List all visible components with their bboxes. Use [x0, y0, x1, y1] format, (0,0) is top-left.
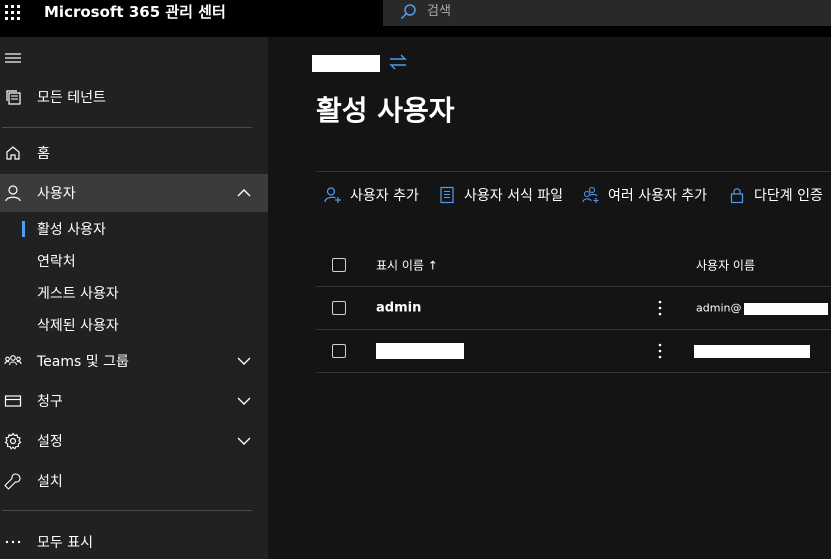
users-table-header: 표시 이름 ↑ 사용자 이름: [316, 243, 831, 287]
command-bar-divider: [316, 171, 831, 172]
row-checkbox[interactable]: [332, 344, 346, 358]
tenants-icon: [6, 90, 21, 105]
nav-show-all[interactable]: 모두 표시: [0, 523, 268, 559]
home-icon: [6, 146, 20, 160]
nav-teams-groups[interactable]: Teams 및 그룹: [0, 342, 268, 380]
chevron-down-icon[interactable]: [236, 353, 252, 369]
row-checkbox[interactable]: [332, 301, 346, 315]
nav-home[interactable]: 홈: [0, 134, 268, 172]
add-person-icon: [324, 187, 341, 203]
more-options-icon[interactable]: [654, 299, 666, 317]
nav-all-tenants-label: 모든 테넌트: [37, 90, 106, 106]
table-row[interactable]: admin admin@: [316, 287, 831, 330]
wrench-icon: [4, 473, 21, 490]
chevron-up-icon[interactable]: [236, 185, 252, 201]
add-multiple-users-label: 여러 사용자 추가: [608, 188, 708, 204]
multifactor-auth-label: 다단계 인증: [754, 188, 823, 204]
chevron-down-icon[interactable]: [236, 393, 252, 409]
nav-active-users-label: 활성 사용자: [37, 222, 106, 238]
chevron-down-icon[interactable]: [236, 433, 252, 449]
nav-home-label: 홈: [37, 146, 50, 162]
add-multiple-users-button[interactable]: 여러 사용자 추가: [582, 183, 707, 207]
nav-deleted-users[interactable]: 삭제된 사용자: [0, 309, 268, 341]
column-display-name[interactable]: 표시 이름 ↑: [376, 256, 438, 273]
add-user-label: 사용자 추가: [350, 188, 419, 204]
table-row[interactable]: [316, 330, 831, 373]
select-all-checkbox[interactable]: [332, 257, 346, 272]
hamburger-icon[interactable]: [4, 51, 22, 65]
display-name-link[interactable]: admin: [376, 301, 421, 316]
page-title: 활성 사용자: [316, 94, 455, 127]
nav-guest-users[interactable]: 게스트 사용자: [0, 277, 268, 309]
nav-users[interactable]: 사용자: [0, 174, 268, 212]
more-options-icon[interactable]: [654, 342, 666, 360]
nav-divider: [2, 127, 252, 128]
username-redacted: [744, 303, 828, 315]
multifactor-auth-button[interactable]: 다단계 인증: [728, 183, 823, 207]
app-title[interactable]: Microsoft 365 관리 센터: [44, 2, 226, 22]
nav-billing-label: 청구: [37, 394, 63, 410]
group-icon: [4, 355, 22, 366]
add-people-icon: [582, 186, 599, 203]
nav-deleted-users-label: 삭제된 사용자: [37, 318, 119, 334]
username-redacted: [694, 345, 810, 358]
user-templates-label: 사용자 서식 파일: [464, 188, 564, 204]
nav-setup[interactable]: 설치: [0, 462, 268, 500]
search-input[interactable]: 검색: [427, 3, 451, 21]
top-bar: Microsoft 365 관리 센터 검색: [0, 0, 831, 37]
nav-show-all-label: 모두 표시: [37, 535, 93, 551]
nav-guest-users-label: 게스트 사용자: [37, 286, 119, 302]
main-content: 활성 사용자 사용자 추가 사용자 서식 파일 여러 사용자 추가 다단계 인증…: [268, 37, 831, 559]
display-name-redacted[interactable]: [376, 343, 464, 359]
nav-settings[interactable]: 설정: [0, 422, 268, 460]
nav-contacts[interactable]: 연락처: [0, 245, 268, 277]
user-templates-button[interactable]: 사용자 서식 파일: [438, 183, 563, 207]
left-nav: 모든 테넌트 홈 사용자 활성 사용자 연락처 게스트 사용자 삭제된 사용자: [0, 37, 268, 559]
nav-divider: [2, 510, 252, 511]
search-icon: [400, 4, 416, 20]
nav-settings-label: 설정: [37, 434, 63, 450]
add-user-button[interactable]: 사용자 추가: [324, 183, 419, 207]
tenant-name-redacted[interactable]: [312, 55, 380, 72]
credit-card-icon: [4, 395, 22, 407]
username-cell: admin@: [696, 301, 742, 315]
lock-icon: [730, 188, 744, 204]
active-indicator: [22, 221, 25, 237]
person-icon: [5, 185, 21, 202]
gear-icon: [4, 432, 22, 450]
nav-teams-groups-label: Teams 및 그룹: [37, 354, 129, 370]
nav-contacts-label: 연락처: [37, 254, 76, 270]
ellipsis-icon: [5, 540, 21, 544]
column-username[interactable]: 사용자 이름: [696, 256, 755, 273]
document-icon: [440, 186, 454, 204]
nav-active-users[interactable]: 활성 사용자: [0, 213, 268, 245]
nav-setup-label: 설치: [37, 474, 63, 490]
nav-billing[interactable]: 청구: [0, 382, 268, 420]
nav-users-label: 사용자: [37, 186, 76, 202]
nav-all-tenants[interactable]: 모든 테넌트: [0, 78, 268, 116]
switch-tenant-icon[interactable]: [388, 53, 408, 71]
search-box[interactable]: 검색: [383, 0, 831, 26]
app-launcher-icon[interactable]: [4, 4, 20, 20]
